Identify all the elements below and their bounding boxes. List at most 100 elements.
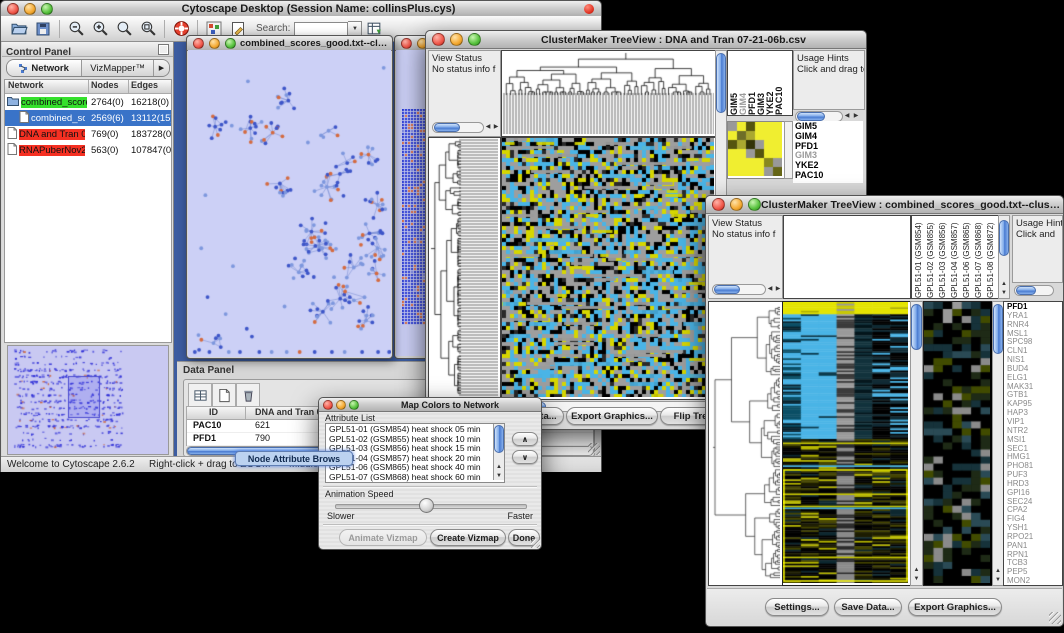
network-row-DNA and Tran 07[interactable]: DNA and Tran 07769(0)183728(0) <box>5 126 171 142</box>
export-graphics-button[interactable]: Export Graphics... <box>566 407 658 425</box>
network-overview-panel[interactable] <box>7 345 169 455</box>
tv2-heatmap-vscrollbar[interactable]: ▲ ▼ <box>910 301 923 586</box>
node-attribute-browser-tab[interactable]: Node Attribute Brows <box>235 451 353 466</box>
search-input[interactable] <box>294 22 348 36</box>
column-dendrogram[interactable] <box>502 51 714 134</box>
export-graphics-button[interactable]: Export Graphics... <box>908 598 1002 616</box>
dialog-resize-grip[interactable] <box>531 539 540 548</box>
attribute-select-icon[interactable] <box>188 383 212 407</box>
zoom-selected-icon[interactable] <box>113 18 135 40</box>
zoom-button[interactable] <box>468 33 481 46</box>
minimize-button[interactable] <box>450 33 463 46</box>
tv1-status-hscrollbar[interactable] <box>432 122 484 133</box>
gene-label-MON2[interactable]: MON2 <box>1007 577 1062 586</box>
close-button[interactable] <box>193 38 204 49</box>
network-graph[interactable] <box>188 50 391 357</box>
scroll-right-icon[interactable]: ▶ <box>492 123 500 131</box>
tv1-heatmap-panel[interactable] <box>501 137 717 400</box>
tv2-row-dendrogram-panel[interactable] <box>708 301 783 586</box>
attribute-list-vscrollbar[interactable]: ▲ ▼ <box>493 424 504 480</box>
minimize-button[interactable] <box>730 198 743 211</box>
tab-network[interactable]: Network <box>7 60 82 76</box>
zoom-out-icon[interactable] <box>65 18 87 40</box>
move-up-button[interactable]: ∧ <box>512 432 538 446</box>
scroll-right-icon[interactable]: ▶ <box>774 285 782 293</box>
speed-slider-thumb[interactable] <box>419 498 434 513</box>
attribute-item[interactable]: GPL51-07 (GSM868) heat shock 60 min <box>326 473 504 483</box>
minimize-button[interactable] <box>336 400 346 410</box>
heatmap-canvas[interactable] <box>783 302 908 583</box>
close-button[interactable] <box>401 38 412 49</box>
close-button[interactable] <box>7 3 19 15</box>
scroll-down-icon[interactable]: ▼ <box>494 472 504 480</box>
close-button[interactable] <box>712 198 725 211</box>
scroll-up-icon[interactable]: ▲ <box>494 463 504 471</box>
tv1-row-dendrogram-panel[interactable] <box>428 137 501 400</box>
network-row-combined_sco[interactable]: combined_sco2569(6)13112(15) <box>5 110 171 126</box>
scroll-up-icon[interactable]: ▲ <box>911 566 922 574</box>
zoom-button[interactable] <box>225 38 236 49</box>
scroll-left-icon[interactable]: ◀ <box>484 123 492 131</box>
scroll-thumb[interactable] <box>714 285 740 294</box>
tv1-summary-matrix-panel[interactable] <box>727 121 785 179</box>
tv2-heatmap-panel[interactable] <box>782 301 911 586</box>
move-down-button[interactable]: ∨ <box>512 450 538 464</box>
new-attribute-icon[interactable] <box>212 383 236 407</box>
zoom-heatmap[interactable] <box>924 302 990 583</box>
delete-attribute-icon[interactable] <box>236 383 260 407</box>
data-col-id[interactable]: ID <box>209 407 218 417</box>
close-button[interactable] <box>323 400 333 410</box>
close-button[interactable] <box>432 33 445 46</box>
scroll-thumb[interactable] <box>999 220 1009 256</box>
scroll-down-icon[interactable]: ▼ <box>999 289 1009 297</box>
tv2-status-hscrollbar[interactable] <box>712 284 766 295</box>
network-canvas-1[interactable] <box>188 50 391 357</box>
tab-overflow-arrow[interactable]: ▶ <box>154 60 169 76</box>
overview-canvas[interactable] <box>8 346 166 452</box>
col-header-edges[interactable]: Edges <box>131 80 158 90</box>
scroll-right-icon[interactable]: ▶ <box>852 112 860 120</box>
row-dendrogram[interactable] <box>709 302 780 583</box>
minimize-button[interactable] <box>209 38 220 49</box>
tv2-labels-vscrollbar[interactable]: ▲ ▼ <box>998 215 1010 299</box>
col-header-nodes[interactable]: Nodes <box>91 80 119 90</box>
row-dendrogram[interactable] <box>429 138 498 397</box>
save-icon[interactable] <box>32 18 54 40</box>
tv2-resize-grip[interactable] <box>1049 612 1061 624</box>
tab-vizmapper[interactable]: VizMapper™ <box>82 60 154 76</box>
settings-button[interactable]: Settings... <box>765 598 829 616</box>
float-panel-icon[interactable] <box>158 44 169 55</box>
minimize-button[interactable] <box>24 3 36 15</box>
summary-matrix[interactable] <box>728 122 782 176</box>
animate-vizmap-button[interactable]: Animate Vizmap <box>339 529 427 546</box>
main-resize-grip[interactable] <box>588 443 600 455</box>
network-row-combined_scores[interactable]: combined_scores2764(0)16218(0) <box>5 94 171 110</box>
scroll-down-icon[interactable]: ▼ <box>993 576 1003 584</box>
scroll-left-icon[interactable]: ◀ <box>766 285 774 293</box>
zoom-button[interactable] <box>41 3 53 15</box>
zoom-in-icon[interactable] <box>89 18 111 40</box>
scroll-thumb[interactable] <box>911 304 922 350</box>
scroll-up-icon[interactable]: ▲ <box>999 280 1009 288</box>
zoom-fit-icon[interactable] <box>137 18 159 40</box>
scroll-thumb[interactable] <box>1016 286 1036 295</box>
scroll-thumb[interactable] <box>494 425 504 453</box>
scroll-thumb[interactable] <box>797 112 825 121</box>
tv1-column-dendrogram-panel[interactable] <box>501 50 717 137</box>
scroll-up-icon[interactable]: ▲ <box>993 567 1003 575</box>
open-folder-icon[interactable] <box>8 18 30 40</box>
network-row-RNAPuberNov2+[interactable]: RNAPuberNov2+563(0)107847(0) <box>5 142 171 158</box>
tv2-hints-hscrollbar[interactable] <box>1014 285 1054 296</box>
tv2-zoom-heatmap-panel[interactable] <box>923 301 993 586</box>
tv1-matrix-scroll[interactable] <box>784 121 793 179</box>
col-header-network[interactable]: Network <box>8 80 44 90</box>
create-vizmap-button[interactable]: Create Vizmap <box>430 529 506 546</box>
save-data-button[interactable]: Save Data... <box>834 598 902 616</box>
heatmap-canvas[interactable] <box>502 138 714 397</box>
scroll-thumb[interactable] <box>716 53 726 113</box>
scroll-thumb[interactable] <box>993 304 1003 354</box>
zoom-button[interactable] <box>349 400 359 410</box>
scroll-thumb[interactable] <box>434 123 460 132</box>
scroll-down-icon[interactable]: ▼ <box>911 575 922 583</box>
main-titlebar[interactable]: Cytoscape Desktop (Session Name: collins… <box>1 1 601 17</box>
